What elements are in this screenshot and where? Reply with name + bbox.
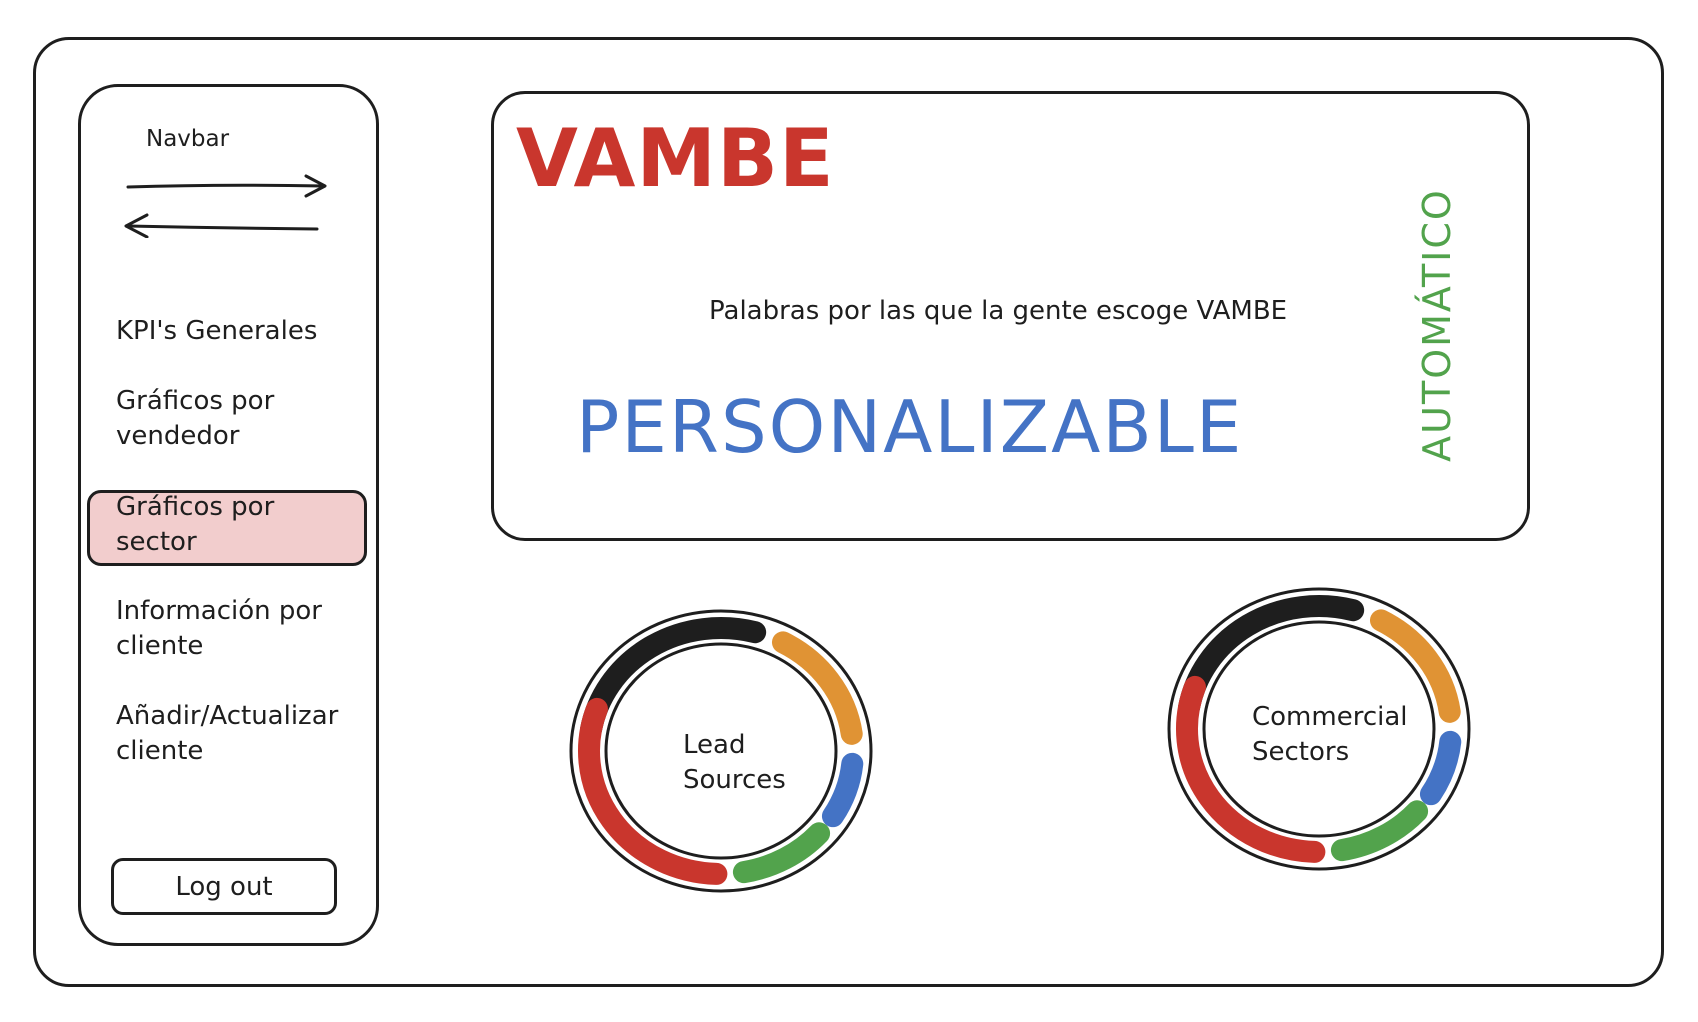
hero-tagline: Palabras por las que la gente escoge VAM… bbox=[709, 296, 1288, 326]
donut-segment bbox=[771, 631, 863, 745]
brand-logo: VAMBE bbox=[516, 112, 835, 205]
word-automatico: AUTOMÁTICO bbox=[1415, 188, 1459, 462]
sidebar-item-informacion-cliente[interactable]: Información por cliente bbox=[116, 594, 322, 664]
sidebar-item-kpis[interactable]: KPI's Generales bbox=[116, 314, 317, 349]
logout-button[interactable]: Log out bbox=[111, 858, 337, 915]
commercial-sectors-label: Commercial Sectors bbox=[1252, 702, 1408, 767]
sidebar-title: Navbar bbox=[146, 126, 230, 152]
sidebar-item-anadir-cliente[interactable]: Añadir/Actualizar cliente bbox=[116, 699, 338, 769]
word-personalizable: PERSONALIZABLE bbox=[576, 385, 1244, 469]
lead-sources-label: Lead Sources bbox=[683, 730, 786, 795]
toggle-arrows-icon[interactable] bbox=[120, 168, 330, 238]
sidebar-item-graficos-vendedor[interactable]: Gráficos por vendedor bbox=[116, 384, 274, 454]
donut-segment bbox=[821, 752, 864, 828]
donut-segment bbox=[1369, 609, 1461, 723]
donut-segment bbox=[1419, 730, 1462, 806]
sidebar-item-graficos-sector[interactable]: Gráficos por sector bbox=[116, 490, 274, 560]
